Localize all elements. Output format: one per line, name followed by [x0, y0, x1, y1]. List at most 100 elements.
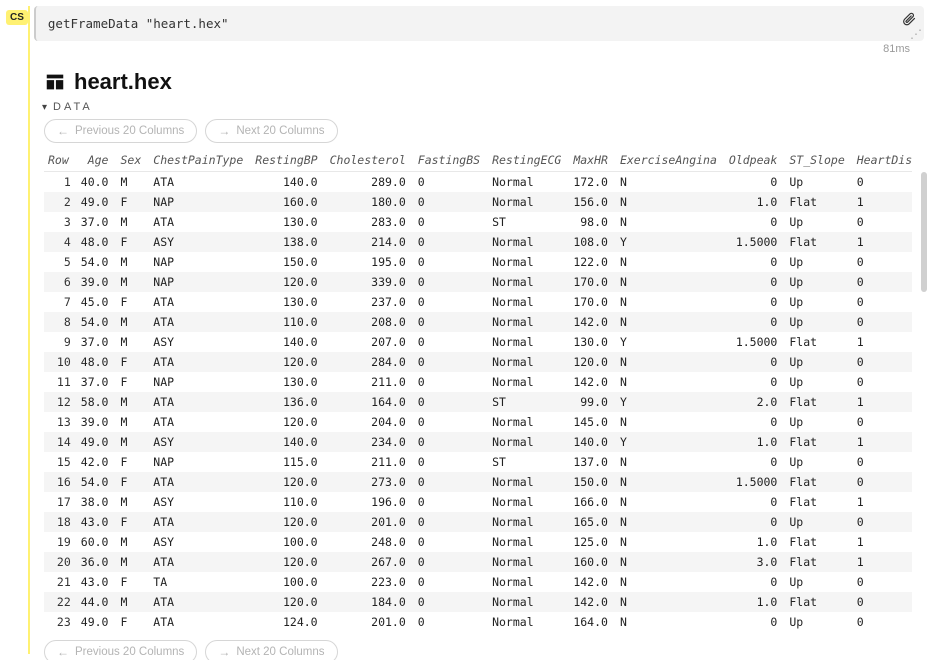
table-cell: Flat [785, 492, 852, 512]
table-cell: 164.0 [326, 392, 414, 412]
table-cell: Flat [785, 232, 852, 252]
table-cell: ATA [149, 412, 251, 432]
table-cell: Flat [785, 332, 852, 352]
prev-columns-label-bottom: Previous 20 Columns [75, 646, 184, 658]
table-cell: 339.0 [326, 272, 414, 292]
table-cell: N [616, 272, 725, 292]
arrow-left-icon: ← [57, 645, 69, 659]
table-cell: Flat [785, 552, 852, 572]
table-cell: 0 [853, 312, 912, 332]
table-cell: 201.0 [326, 512, 414, 532]
table-cell: Y [616, 232, 725, 252]
table-row: 249.0FNAP160.0180.00Normal156.0N1.0Flat1 [44, 192, 912, 212]
table-cell: ATA [149, 352, 251, 372]
code-text: getFrameData "heart.hex" [48, 16, 229, 31]
table-cell: 98.0 [569, 212, 616, 232]
table-cell: Normal [488, 572, 569, 592]
scrollbar-thumb[interactable] [921, 172, 927, 292]
table-cell: ATA [149, 472, 251, 492]
table-cell: 23 [44, 612, 77, 632]
table-cell: 160.0 [569, 552, 616, 572]
cell-accent-bar [28, 6, 30, 654]
table-cell: F [116, 572, 149, 592]
table-cell: Flat [785, 192, 852, 212]
notebook-cell: CS getFrameData "heart.hex" ⋰ 81ms heart… [0, 0, 932, 660]
table-cell: Normal [488, 552, 569, 572]
table-cell: 54.0 [77, 312, 117, 332]
next-columns-button-bottom[interactable]: → Next 20 Columns [205, 640, 337, 660]
scrollbar-track[interactable] [920, 170, 928, 630]
table-cell: M [116, 212, 149, 232]
table-cell: 0 [853, 372, 912, 392]
table-cell: 0 [414, 472, 488, 492]
table-cell: 2 [44, 192, 77, 212]
table-cell: 130.0 [251, 372, 325, 392]
table-cell: 120.0 [569, 352, 616, 372]
table-cell: F [116, 232, 149, 252]
table-cell: 3 [44, 212, 77, 232]
table-cell: N [616, 352, 725, 372]
code-input[interactable]: getFrameData "heart.hex" ⋰ [34, 6, 924, 41]
table-cell: Up [785, 412, 852, 432]
table-cell: 1.5000 [725, 232, 785, 252]
table-cell: 43.0 [77, 512, 117, 532]
table-cell: 49.0 [77, 192, 117, 212]
table-cell: Up [785, 612, 852, 632]
table-cell: M [116, 272, 149, 292]
table-header-cell: FastingBS [414, 149, 488, 172]
table-cell: ASY [149, 492, 251, 512]
table-cell: 0 [853, 452, 912, 472]
table-cell: 40.0 [77, 172, 117, 193]
table-cell: 214.0 [326, 232, 414, 252]
table-cell: N [616, 312, 725, 332]
table-cell: 20 [44, 552, 77, 572]
table-cell: 156.0 [569, 192, 616, 212]
table-cell: 142.0 [569, 592, 616, 612]
table-cell: Normal [488, 292, 569, 312]
table-cell: 0 [725, 172, 785, 193]
table-cell: Flat [785, 432, 852, 452]
table-header-cell: Row [44, 149, 77, 172]
table-cell: N [616, 292, 725, 312]
prev-columns-label: Previous 20 Columns [75, 125, 184, 137]
table-cell: Normal [488, 612, 569, 632]
table-cell: 10 [44, 352, 77, 372]
table-row: 554.0MNAP150.0195.00Normal122.0N0Up0 [44, 252, 912, 272]
table-icon [44, 71, 66, 93]
table-cell: 0 [414, 492, 488, 512]
table-cell: 170.0 [569, 272, 616, 292]
table-cell: 0 [725, 252, 785, 272]
data-section-toggle[interactable]: ▾ DATA [42, 101, 912, 113]
table-cell: 115.0 [251, 452, 325, 472]
table-cell: NAP [149, 372, 251, 392]
table-cell: Up [785, 212, 852, 232]
attach-icon[interactable] [902, 12, 916, 30]
table-cell: Normal [488, 512, 569, 532]
table-cell: F [116, 352, 149, 372]
prev-columns-button-bottom[interactable]: ← Previous 20 Columns [44, 640, 197, 660]
table-cell: 0 [414, 312, 488, 332]
table-row: 1738.0MASY110.0196.00Normal166.0N0Flat1 [44, 492, 912, 512]
table-row: 854.0MATA110.0208.00Normal142.0N0Up0 [44, 312, 912, 332]
table-cell: TA [149, 572, 251, 592]
table-cell: 0 [414, 592, 488, 612]
table-cell: 130.0 [251, 292, 325, 312]
arrow-left-icon: ← [57, 124, 69, 138]
table-cell: ASY [149, 232, 251, 252]
table-cell: 13 [44, 412, 77, 432]
table-cell: M [116, 392, 149, 412]
table-cell: 3.0 [725, 552, 785, 572]
table-cell: M [116, 172, 149, 193]
next-columns-button[interactable]: → Next 20 Columns [205, 119, 337, 143]
table-cell: N [616, 512, 725, 532]
table-cell: 0 [414, 272, 488, 292]
table-cell: 0 [414, 512, 488, 532]
table-cell: 204.0 [326, 412, 414, 432]
table-row: 1654.0FATA120.0273.00Normal150.0N1.5000F… [44, 472, 912, 492]
table-row: 1542.0FNAP115.0211.00ST137.0N0Up0 [44, 452, 912, 472]
table-cell: 1.5000 [725, 472, 785, 492]
prev-columns-button[interactable]: ← Previous 20 Columns [44, 119, 197, 143]
table-cell: N [616, 372, 725, 392]
table-header-cell: Oldpeak [725, 149, 785, 172]
table-cell: 39.0 [77, 412, 117, 432]
